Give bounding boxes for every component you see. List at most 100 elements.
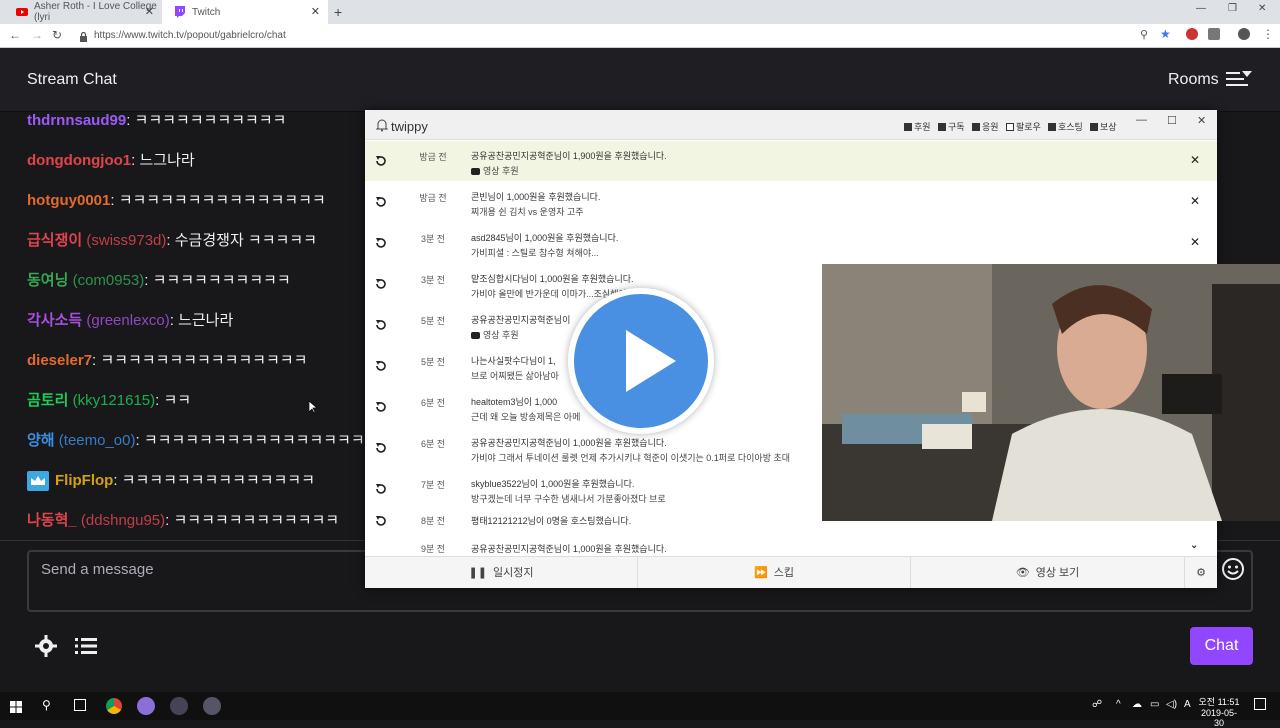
row-message: 방구겠는데 너무 구수한 냄새나서 가분좋아졌다 브로 — [471, 494, 666, 504]
video-icon — [471, 168, 480, 176]
twippy-minimize-button[interactable]: — — [1136, 114, 1147, 126]
filter-checkbox[interactable]: 보상 — [1090, 120, 1117, 133]
chat-text: : 느근나라 — [169, 312, 234, 329]
chat-username[interactable]: 나동혁_ — [27, 512, 77, 529]
chat-username[interactable]: dieseler7 — [27, 352, 92, 369]
chat-text: : ㅋㅋ — [155, 392, 192, 409]
row-message-text: 영상 후원 — [483, 166, 519, 176]
reload-icon[interactable]: ↻ — [52, 28, 62, 42]
extension-icon[interactable] — [1186, 28, 1198, 40]
filter-checkbox[interactable]: 팔로우 — [1006, 120, 1041, 133]
new-tab-button[interactable]: + — [334, 4, 342, 20]
replay-icon[interactable] — [375, 196, 387, 208]
volume-icon[interactable]: ◁) — [1166, 699, 1177, 710]
chat-username[interactable]: 각사소득 — [27, 312, 82, 329]
forward-icon[interactable]: → — [31, 28, 43, 42]
menu-dots-icon[interactable]: ⋮ — [1262, 27, 1274, 41]
replay-icon[interactable] — [375, 155, 387, 167]
rooms-list-icon[interactable] — [1226, 69, 1252, 91]
viewer-list-icon[interactable] — [74, 634, 98, 658]
replay-icon[interactable] — [375, 237, 387, 249]
twippy-close-button[interactable]: ✕ — [1197, 114, 1206, 127]
skip-button[interactable]: ⏩ 스킵 — [638, 556, 911, 588]
checkbox-box[interactable] — [938, 122, 946, 131]
dismiss-icon[interactable]: ✕ — [1190, 194, 1200, 208]
tray-chevron-icon[interactable]: ^ — [1116, 699, 1121, 710]
close-window-button[interactable]: ✕ — [1258, 3, 1266, 14]
network-icon[interactable]: ▭ — [1150, 699, 1159, 710]
expand-chevron-icon[interactable]: ⌄ — [1190, 540, 1198, 551]
twippy-app-icon[interactable] — [137, 697, 155, 715]
chat-username[interactable]: thdrnnsaud99 — [27, 112, 126, 129]
profile-avatar[interactable] — [1238, 28, 1250, 40]
replay-icon[interactable] — [375, 319, 387, 331]
minimize-window-button[interactable]: — — [1196, 3, 1206, 14]
replay-icon[interactable] — [375, 278, 387, 290]
search-icon[interactable]: ⚲ — [42, 698, 51, 712]
filter-checkbox[interactable]: 후원 — [904, 120, 931, 133]
taskbar-clock-date[interactable]: 2019-05-30 — [1196, 708, 1242, 728]
bookmark-star-icon[interactable]: ★ — [1160, 27, 1171, 41]
emote-picker-icon[interactable] — [1221, 557, 1245, 581]
checkbox-box[interactable] — [1090, 122, 1098, 131]
chat-username[interactable]: dongdongjoo1 — [27, 152, 131, 169]
chat-text: : ㅋㅋㅋㅋㅋㅋㅋㅋㅋㅋㅋㅋㅋㅋㅋㅋ — [135, 432, 365, 449]
chat-login: (swiss973d) — [82, 232, 167, 249]
close-tab-icon[interactable]: ✕ — [145, 5, 154, 18]
replay-icon[interactable] — [375, 401, 387, 413]
filter-label: 후원 — [914, 122, 931, 132]
tab-youtube[interactable]: Asher Roth - I Love College (lyri ✕ — [4, 0, 162, 24]
row-message: 영상 후원 — [471, 164, 519, 177]
settings-gear-icon[interactable]: ⚙ — [1185, 556, 1217, 588]
windows-start-icon[interactable] — [10, 700, 22, 713]
maximize-window-button[interactable]: ❐ — [1228, 3, 1237, 14]
dismiss-icon[interactable]: ✕ — [1190, 235, 1200, 249]
task-view-icon[interactable] — [74, 699, 86, 711]
chat-username[interactable]: 양해 — [27, 432, 55, 449]
back-icon[interactable]: ← — [9, 28, 21, 42]
gear-icon[interactable] — [34, 634, 58, 658]
pause-button[interactable]: ❚❚ 일시정지 — [365, 556, 638, 588]
twippy-maximize-button[interactable]: ☐ — [1167, 114, 1177, 127]
zoom-icon[interactable]: ⚲ — [1140, 28, 1148, 41]
chat-send-button[interactable]: Chat — [1190, 627, 1253, 665]
people-icon[interactable]: ☍ — [1092, 699, 1102, 710]
row-time: 방금 전 — [419, 193, 447, 203]
checkbox-box[interactable] — [1048, 122, 1056, 131]
cloud-icon[interactable]: ☁ — [1132, 699, 1142, 710]
url-field[interactable]: https://www.twitch.tv/popout/gabrielcro/… — [94, 30, 286, 41]
play-button[interactable] — [568, 288, 714, 434]
close-tab-icon[interactable]: ✕ — [311, 5, 320, 18]
chat-username[interactable]: FlipFlop — [55, 472, 113, 489]
checkbox-box[interactable] — [972, 122, 980, 131]
chat-username[interactable]: 곰토리 — [27, 392, 68, 409]
checkbox-box[interactable] — [1006, 122, 1014, 131]
chat-message: dieseler7: ㅋㅋㅋㅋㅋㅋㅋㅋㅋㅋㅋㅋㅋㅋㅋ — [27, 349, 307, 370]
replay-icon[interactable] — [375, 483, 387, 495]
row-message: 브로 어찌됐든 삶아남아 — [471, 371, 559, 381]
filter-checkbox[interactable]: 호스팅 — [1048, 120, 1083, 133]
replay-icon[interactable] — [375, 360, 387, 372]
tab-title: Asher Roth - I Love College (lyri — [34, 1, 157, 23]
app-icon[interactable] — [170, 697, 188, 715]
chat-username[interactable]: 급식쟁이 — [27, 232, 82, 249]
replay-icon[interactable] — [375, 515, 387, 527]
view-video-button[interactable]: 👁 영상 보기 — [911, 556, 1185, 588]
filter-checkbox[interactable]: 응원 — [972, 120, 999, 133]
ime-icon[interactable]: A — [1184, 699, 1191, 710]
extension-icon[interactable] — [1208, 28, 1220, 40]
taskbar-clock-time[interactable]: 오전 11:51 — [1196, 695, 1242, 708]
replay-icon[interactable] — [375, 442, 387, 454]
app-icon[interactable] — [203, 697, 221, 715]
chat-username[interactable]: 동여닝 — [27, 272, 68, 289]
row-time: 8분 전 — [420, 516, 446, 526]
checkbox-box[interactable] — [904, 122, 912, 131]
chrome-icon[interactable] — [106, 698, 122, 714]
tab-twitch[interactable]: Twitch ✕ — [162, 0, 328, 24]
chat-username[interactable]: hotguy0001 — [27, 192, 110, 209]
prime-badge-icon[interactable] — [27, 471, 49, 492]
dismiss-icon[interactable]: ✕ — [1190, 153, 1200, 167]
notification-icon[interactable] — [1254, 698, 1266, 710]
filter-checkbox[interactable]: 구독 — [938, 120, 965, 133]
rooms-button[interactable]: Rooms — [1168, 71, 1219, 89]
